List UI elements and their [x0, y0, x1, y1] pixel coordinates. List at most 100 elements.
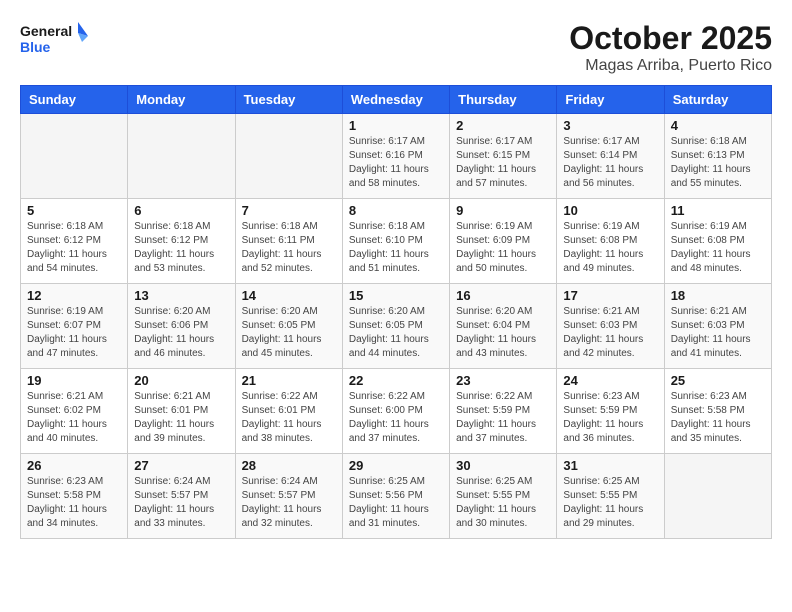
day-number: 28 [242, 458, 336, 473]
day-info: Sunrise: 6:18 AMSunset: 6:12 PMDaylight:… [27, 221, 107, 274]
day-number: 15 [349, 288, 443, 303]
title-area: October 2025 Magas Arriba, Puerto Rico [569, 20, 772, 75]
week-row-3: 19 Sunrise: 6:21 AMSunset: 6:02 PMDaylig… [21, 369, 772, 454]
day-number: 12 [27, 288, 121, 303]
day-info: Sunrise: 6:18 AMSunset: 6:11 PMDaylight:… [242, 221, 322, 274]
table-cell: 29 Sunrise: 6:25 AMSunset: 5:56 PMDaylig… [342, 454, 449, 539]
header-saturday: Saturday [664, 86, 771, 114]
day-number: 18 [671, 288, 765, 303]
day-number: 2 [456, 118, 550, 133]
day-number: 20 [134, 373, 228, 388]
day-info: Sunrise: 6:21 AMSunset: 6:01 PMDaylight:… [134, 391, 214, 444]
day-number: 6 [134, 203, 228, 218]
day-number: 26 [27, 458, 121, 473]
day-number: 3 [563, 118, 657, 133]
day-number: 10 [563, 203, 657, 218]
table-cell [235, 114, 342, 199]
day-number: 21 [242, 373, 336, 388]
day-info: Sunrise: 6:21 AMSunset: 6:03 PMDaylight:… [671, 306, 751, 359]
header: General Blue October 2025 Magas Arriba, … [20, 20, 772, 75]
table-cell: 26 Sunrise: 6:23 AMSunset: 5:58 PMDaylig… [21, 454, 128, 539]
table-cell: 8 Sunrise: 6:18 AMSunset: 6:10 PMDayligh… [342, 199, 449, 284]
table-cell: 11 Sunrise: 6:19 AMSunset: 6:08 PMDaylig… [664, 199, 771, 284]
day-info: Sunrise: 6:20 AMSunset: 6:06 PMDaylight:… [134, 306, 214, 359]
table-cell: 16 Sunrise: 6:20 AMSunset: 6:04 PMDaylig… [450, 284, 557, 369]
table-cell: 5 Sunrise: 6:18 AMSunset: 6:12 PMDayligh… [21, 199, 128, 284]
day-number: 29 [349, 458, 443, 473]
day-info: Sunrise: 6:19 AMSunset: 6:08 PMDaylight:… [671, 221, 751, 274]
day-info: Sunrise: 6:18 AMSunset: 6:12 PMDaylight:… [134, 221, 214, 274]
day-number: 22 [349, 373, 443, 388]
table-cell: 23 Sunrise: 6:22 AMSunset: 5:59 PMDaylig… [450, 369, 557, 454]
day-number: 13 [134, 288, 228, 303]
day-number: 1 [349, 118, 443, 133]
table-cell: 9 Sunrise: 6:19 AMSunset: 6:09 PMDayligh… [450, 199, 557, 284]
day-info: Sunrise: 6:20 AMSunset: 6:04 PMDaylight:… [456, 306, 536, 359]
day-info: Sunrise: 6:25 AMSunset: 5:55 PMDaylight:… [563, 476, 643, 529]
day-info: Sunrise: 6:19 AMSunset: 6:09 PMDaylight:… [456, 221, 536, 274]
table-cell: 30 Sunrise: 6:25 AMSunset: 5:55 PMDaylig… [450, 454, 557, 539]
table-cell [128, 114, 235, 199]
week-row-1: 5 Sunrise: 6:18 AMSunset: 6:12 PMDayligh… [21, 199, 772, 284]
table-cell: 15 Sunrise: 6:20 AMSunset: 6:05 PMDaylig… [342, 284, 449, 369]
header-sunday: Sunday [21, 86, 128, 114]
table-cell: 12 Sunrise: 6:19 AMSunset: 6:07 PMDaylig… [21, 284, 128, 369]
day-number: 7 [242, 203, 336, 218]
week-row-2: 12 Sunrise: 6:19 AMSunset: 6:07 PMDaylig… [21, 284, 772, 369]
day-number: 27 [134, 458, 228, 473]
day-info: Sunrise: 6:22 AMSunset: 5:59 PMDaylight:… [456, 391, 536, 444]
day-info: Sunrise: 6:21 AMSunset: 6:03 PMDaylight:… [563, 306, 643, 359]
table-cell: 18 Sunrise: 6:21 AMSunset: 6:03 PMDaylig… [664, 284, 771, 369]
day-info: Sunrise: 6:23 AMSunset: 5:59 PMDaylight:… [563, 391, 643, 444]
day-info: Sunrise: 6:22 AMSunset: 6:00 PMDaylight:… [349, 391, 429, 444]
header-tuesday: Tuesday [235, 86, 342, 114]
day-info: Sunrise: 6:18 AMSunset: 6:10 PMDaylight:… [349, 221, 429, 274]
table-cell: 2 Sunrise: 6:17 AMSunset: 6:15 PMDayligh… [450, 114, 557, 199]
day-info: Sunrise: 6:18 AMSunset: 6:13 PMDaylight:… [671, 136, 751, 189]
day-number: 5 [27, 203, 121, 218]
table-cell [664, 454, 771, 539]
header-wednesday: Wednesday [342, 86, 449, 114]
day-number: 19 [27, 373, 121, 388]
day-info: Sunrise: 6:17 AMSunset: 6:16 PMDaylight:… [349, 136, 429, 189]
table-cell: 31 Sunrise: 6:25 AMSunset: 5:55 PMDaylig… [557, 454, 664, 539]
table-cell: 21 Sunrise: 6:22 AMSunset: 6:01 PMDaylig… [235, 369, 342, 454]
table-cell: 28 Sunrise: 6:24 AMSunset: 5:57 PMDaylig… [235, 454, 342, 539]
table-cell: 17 Sunrise: 6:21 AMSunset: 6:03 PMDaylig… [557, 284, 664, 369]
day-number: 17 [563, 288, 657, 303]
day-info: Sunrise: 6:21 AMSunset: 6:02 PMDaylight:… [27, 391, 107, 444]
table-cell: 1 Sunrise: 6:17 AMSunset: 6:16 PMDayligh… [342, 114, 449, 199]
day-info: Sunrise: 6:24 AMSunset: 5:57 PMDaylight:… [134, 476, 214, 529]
week-row-4: 26 Sunrise: 6:23 AMSunset: 5:58 PMDaylig… [21, 454, 772, 539]
table-cell: 4 Sunrise: 6:18 AMSunset: 6:13 PMDayligh… [664, 114, 771, 199]
table-cell: 24 Sunrise: 6:23 AMSunset: 5:59 PMDaylig… [557, 369, 664, 454]
day-number: 23 [456, 373, 550, 388]
table-cell: 27 Sunrise: 6:24 AMSunset: 5:57 PMDaylig… [128, 454, 235, 539]
table-cell: 14 Sunrise: 6:20 AMSunset: 6:05 PMDaylig… [235, 284, 342, 369]
table-cell: 7 Sunrise: 6:18 AMSunset: 6:11 PMDayligh… [235, 199, 342, 284]
day-info: Sunrise: 6:17 AMSunset: 6:14 PMDaylight:… [563, 136, 643, 189]
day-number: 16 [456, 288, 550, 303]
day-number: 25 [671, 373, 765, 388]
svg-text:General: General [20, 23, 72, 39]
day-number: 30 [456, 458, 550, 473]
header-friday: Friday [557, 86, 664, 114]
table-cell: 6 Sunrise: 6:18 AMSunset: 6:12 PMDayligh… [128, 199, 235, 284]
table-cell: 19 Sunrise: 6:21 AMSunset: 6:02 PMDaylig… [21, 369, 128, 454]
logo-svg: General Blue [20, 20, 90, 62]
day-number: 8 [349, 203, 443, 218]
day-info: Sunrise: 6:23 AMSunset: 5:58 PMDaylight:… [671, 391, 751, 444]
day-number: 24 [563, 373, 657, 388]
day-info: Sunrise: 6:25 AMSunset: 5:55 PMDaylight:… [456, 476, 536, 529]
day-number: 14 [242, 288, 336, 303]
calendar-header-row: Sunday Monday Tuesday Wednesday Thursday… [21, 86, 772, 114]
month-title: October 2025 [569, 20, 772, 57]
calendar: Sunday Monday Tuesday Wednesday Thursday… [20, 85, 772, 539]
table-cell [21, 114, 128, 199]
table-cell: 13 Sunrise: 6:20 AMSunset: 6:06 PMDaylig… [128, 284, 235, 369]
week-row-0: 1 Sunrise: 6:17 AMSunset: 6:16 PMDayligh… [21, 114, 772, 199]
table-cell: 3 Sunrise: 6:17 AMSunset: 6:14 PMDayligh… [557, 114, 664, 199]
header-thursday: Thursday [450, 86, 557, 114]
header-monday: Monday [128, 86, 235, 114]
location-title: Magas Arriba, Puerto Rico [569, 57, 772, 75]
